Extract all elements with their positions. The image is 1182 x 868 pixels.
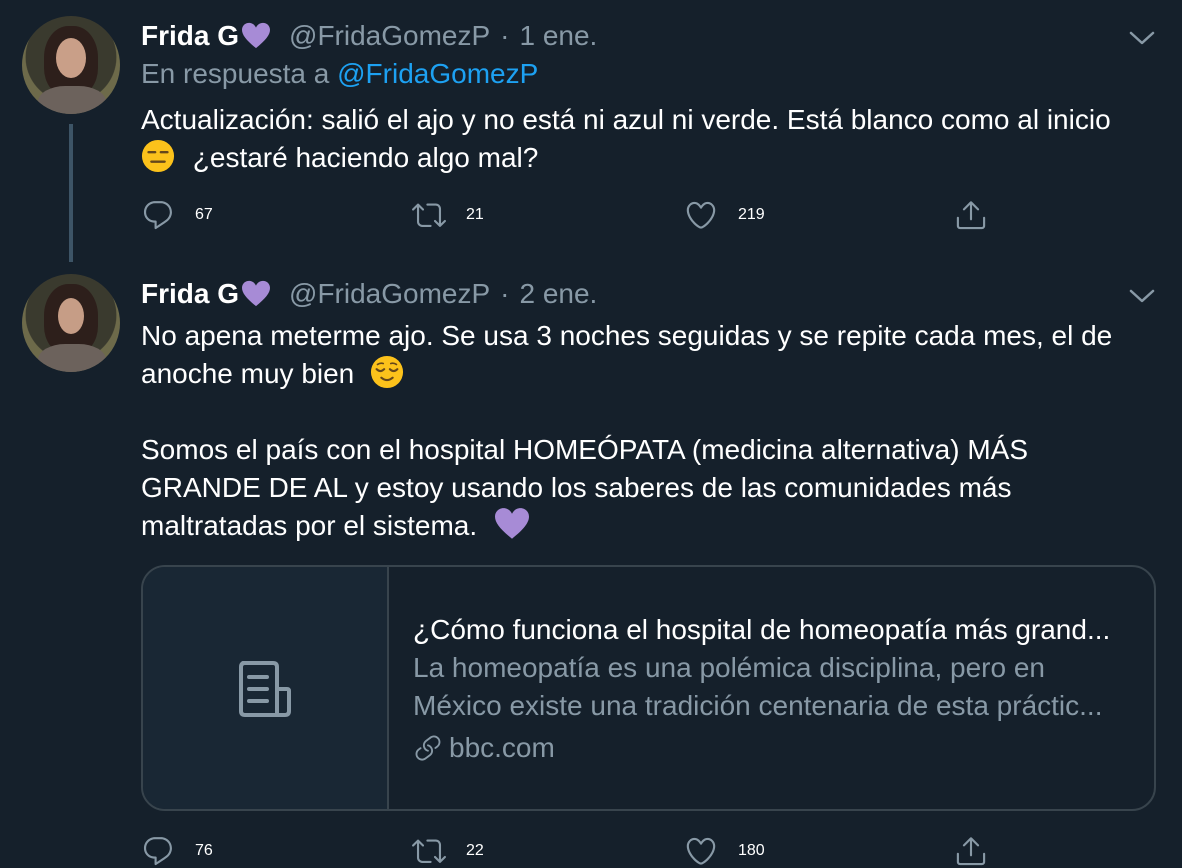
retweet-button[interactable]: 21 xyxy=(412,198,484,232)
tweet-text-line: anoche muy bien xyxy=(141,355,1112,393)
card-domain-text: bbc.com xyxy=(449,732,555,763)
card-thumbnail xyxy=(143,567,389,809)
purple-heart-icon xyxy=(242,22,271,49)
chevron-down-icon[interactable] xyxy=(1129,30,1155,46)
card-description: La homeopatía es una polémica disciplina… xyxy=(413,649,1143,725)
reply-count: 76 xyxy=(195,842,213,859)
retweet-count: 22 xyxy=(466,842,484,859)
share-button[interactable] xyxy=(954,834,988,868)
card-description-line: México existe una tradición centenaria d… xyxy=(413,690,1103,721)
link-icon xyxy=(415,735,441,761)
like-icon xyxy=(686,837,716,865)
reply-prefix: En respuesta a xyxy=(141,58,330,89)
display-name[interactable]: Frida G xyxy=(141,278,239,310)
display-name[interactable]: Frida G xyxy=(141,20,239,52)
avatar[interactable] xyxy=(22,16,120,114)
share-icon xyxy=(956,837,986,866)
timestamp[interactable]: 2 ene. xyxy=(519,278,597,310)
reply-context: En respuesta a @FridaGomezP xyxy=(141,58,538,90)
separator: · xyxy=(500,278,510,309)
card-text: ¿Cómo funciona el hospital de homeopatía… xyxy=(413,611,1143,767)
username[interactable]: @FridaGomezP xyxy=(289,278,490,310)
tweet-text: No apena meterme ajo. Se usa 3 noches se… xyxy=(141,317,1112,545)
retweet-icon xyxy=(412,839,446,863)
retweet-count: 21 xyxy=(466,206,484,223)
reply-icon xyxy=(143,837,172,866)
card-title: ¿Cómo funciona el hospital de homeopatía… xyxy=(413,614,1111,645)
share-icon xyxy=(956,201,986,230)
article-icon xyxy=(239,661,291,717)
chevron-down-icon[interactable] xyxy=(1129,288,1155,304)
purple-heart-icon xyxy=(494,508,529,539)
tweet-text-line-5: maltratadas por el sistema. xyxy=(141,510,478,541)
tweet-text-line: Actualización: salió el ajo y no está ni… xyxy=(141,104,1111,135)
tweet-text: Actualización: salió el ajo y no está ni… xyxy=(141,101,1111,177)
like-button[interactable]: 219 xyxy=(684,198,765,232)
share-button[interactable] xyxy=(954,198,988,232)
timestamp[interactable]: 1 ene. xyxy=(519,20,597,52)
tweet-header: Frida G @FridaGomezP · 1 ene. xyxy=(141,18,597,54)
link-preview-card[interactable]: ¿Cómo funciona el hospital de homeopatía… xyxy=(141,565,1156,811)
tweet-text-line: maltratadas por el sistema. xyxy=(141,507,1112,545)
card-domain: bbc.com xyxy=(413,729,1143,767)
avatar[interactable] xyxy=(22,274,120,372)
separator: · xyxy=(500,20,510,51)
reply-button[interactable]: 67 xyxy=(141,198,213,232)
retweet-icon xyxy=(412,203,446,227)
expressionless-face-emoji xyxy=(141,139,175,173)
thread-line xyxy=(69,124,73,262)
relieved-face-emoji xyxy=(370,355,404,389)
tweet-text-line: No apena meterme ajo. Se usa 3 noches se… xyxy=(141,320,1113,351)
reply-button[interactable]: 76 xyxy=(141,834,213,868)
like-icon xyxy=(686,201,716,229)
like-count: 180 xyxy=(738,842,765,859)
purple-heart-icon xyxy=(242,280,271,307)
retweet-button[interactable]: 22 xyxy=(412,834,484,868)
tweet-text-line: GRANDE DE AL y estoy usando los saberes … xyxy=(141,472,1012,503)
tweet-text-line-2: ¿estaré haciendo algo mal? xyxy=(192,142,539,173)
tweet-text-line: Somos el país con el hospital HOMEÓPATA … xyxy=(141,434,1029,465)
username[interactable]: @FridaGomezP xyxy=(289,20,490,52)
tweet-text-line: ¿estaré haciendo algo mal? xyxy=(141,139,1111,177)
reply-count: 67 xyxy=(195,206,213,223)
reply-icon xyxy=(143,201,172,230)
tweet-text-line-2: anoche muy bien xyxy=(141,358,355,389)
like-button[interactable]: 180 xyxy=(684,834,765,868)
reply-mention-link[interactable]: @FridaGomezP xyxy=(337,58,538,89)
like-count: 219 xyxy=(738,206,765,223)
card-description-line: La homeopatía es una polémica disciplina… xyxy=(413,652,1045,683)
tweet-header: Frida G @FridaGomezP · 2 ene. xyxy=(141,276,597,312)
